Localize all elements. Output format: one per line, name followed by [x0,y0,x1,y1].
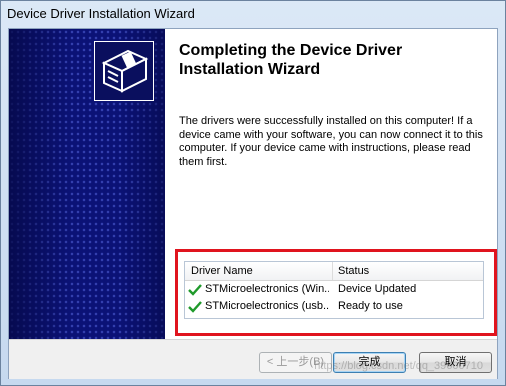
checkmark-icon [188,284,202,296]
driver-name: STMicroelectronics (usb... [205,300,329,312]
watermark: https://blog.csdn.net/qq_39600710 [314,360,483,372]
driver-status: Device Updated [338,283,417,295]
wizard-body: Completing the Device Driver Installatio… [8,28,498,379]
driver-status: Ready to use [338,300,403,312]
title-bar[interactable]: Device Driver Installation Wizard [1,1,505,27]
list-item[interactable]: STMicroelectronics (Win... Device Update… [185,282,483,298]
device-driver-icon [94,41,154,101]
window-title: Device Driver Installation Wizard [7,6,195,21]
column-driver-name[interactable]: Driver Name [191,265,253,277]
driver-list-header: Driver Name Status [185,262,483,281]
completion-message: The drivers were successfully installed … [179,115,483,168]
page-title: Completing the Device Driver Installatio… [179,42,403,78]
driver-list[interactable]: Driver Name Status STMicroelectronics (W… [184,261,484,319]
wizard-content: Completing the Device Driver Installatio… [165,29,497,339]
driver-name: STMicroelectronics (Win... [205,283,329,295]
checkmark-icon [188,301,202,313]
column-status[interactable]: Status [338,265,369,277]
wizard-banner [9,29,165,339]
list-item[interactable]: STMicroelectronics (usb... Ready to use [185,299,483,315]
wizard-footer: < 上一步(B) 完成 取消 https://blog.csdn.net/qq_… [9,339,497,379]
wizard-window: Device Driver Installation Wizard Comple… [0,0,506,386]
